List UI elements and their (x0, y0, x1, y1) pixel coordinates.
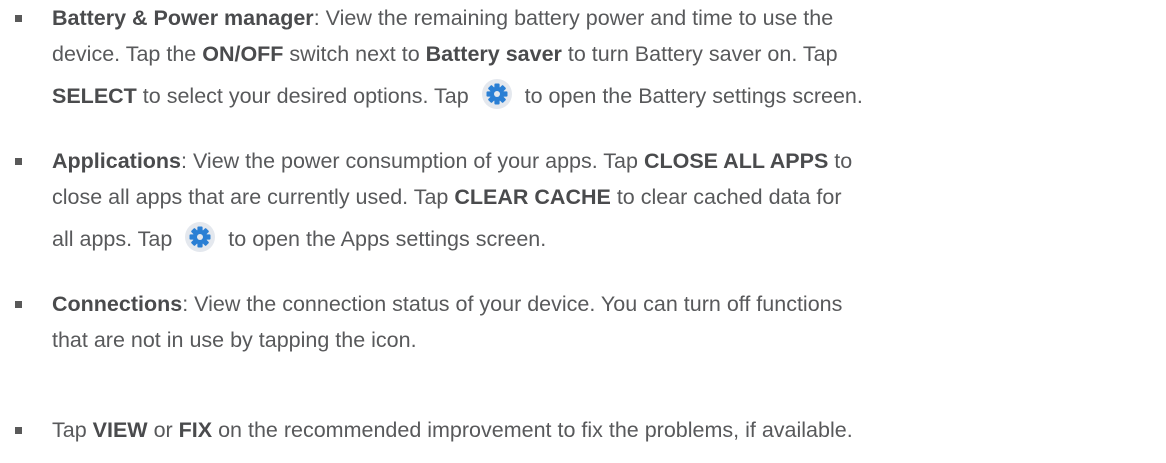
text-line: close all apps that are currently used. … (52, 185, 842, 209)
list-item-text: Tap VIEW or FIX on the recommended impro… (52, 412, 1160, 448)
text-line: SELECT to select your desired options. T… (52, 72, 1160, 120)
item-title: Connections (52, 292, 183, 316)
list-item-text: Battery & Power manager: View the remain… (52, 0, 1160, 120)
bullet-square (15, 15, 22, 22)
item-title: Applications (52, 149, 182, 173)
text-line: Tap VIEW or FIX on the recommended impro… (52, 418, 853, 442)
gear-icon (481, 78, 513, 110)
text-line: Battery & Power manager: View the remain… (52, 6, 834, 30)
bullet-square (15, 158, 22, 165)
bullet-square (15, 301, 22, 308)
text-line: all apps. Tap to open the Apps settings … (52, 215, 1160, 263)
document-page: Battery & Power manager: View the remain… (0, 0, 1166, 463)
text-line: device. Tap the ON/OFF switch next to Ba… (52, 42, 838, 66)
text-line: that are not in use by tapping the icon. (52, 328, 417, 352)
gear-icon (184, 221, 216, 253)
text-line: Connections: View the connection status … (52, 292, 843, 316)
list-item-text: Connections: View the connection status … (52, 286, 1160, 358)
text-line: Applications: View the power consumption… (52, 149, 853, 173)
bullet-square (15, 427, 22, 434)
list-item-text: Applications: View the power consumption… (52, 143, 1160, 263)
item-title: Battery & Power manager (52, 6, 314, 30)
